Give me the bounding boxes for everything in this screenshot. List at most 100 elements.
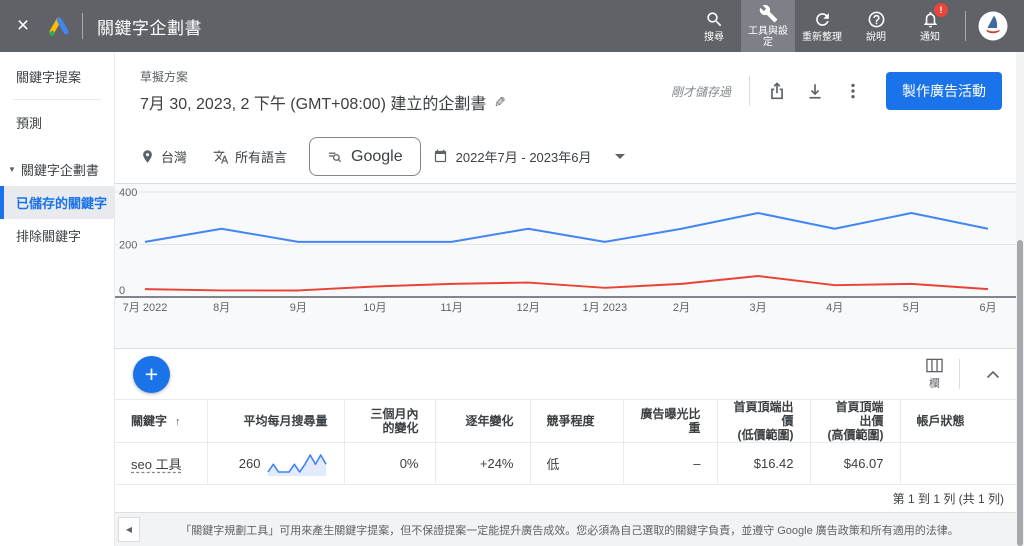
location-pin-icon [143, 150, 152, 163]
keyword-link[interactable]: seo 工具 [131, 457, 182, 472]
column-header-top-bid-low[interactable]: 首頁頂端出價 (低價範圍) [716, 399, 810, 443]
location-filter[interactable]: 台灣 [140, 147, 187, 166]
column-header-avg-monthly-searches[interactable]: 平均每月搜尋量 [206, 399, 344, 443]
refresh-icon [815, 12, 829, 26]
trend-chart-section: 0 200 400 7月 2022 8月 9月 10月 11月 12月 1月 2023 2月 3月 4月… [115, 184, 1024, 349]
column-header-account-status[interactable]: 帳戶狀態 [899, 399, 1016, 443]
tools-settings-label: 工具與設定 [748, 26, 788, 48]
header-divider [749, 76, 750, 106]
table-toolbar: + 欄 [115, 349, 1024, 399]
search-volume-sparkline [266, 453, 327, 476]
x-axis-tick-label: 12月 [517, 302, 540, 314]
keywords-table-card: + 欄 關鍵字 ↑ 平均每月搜尋量 三個月內的變化 逐年變化 競爭程度 廣告曝光… [115, 349, 1024, 512]
x-axis-tick-label: 6月 [979, 302, 996, 314]
sidebar-divider [13, 99, 101, 100]
pagination-label: 第 1 到 1 列 (共 1 列) [892, 492, 1004, 506]
column-header-yoy-change[interactable]: 逐年變化 [434, 399, 530, 443]
edit-icon[interactable]: ✎ [494, 94, 506, 111]
trend-chart: 0 200 400 7月 2022 8月 9月 10月 11月 12月 1月 2023 2月 3月 4月… [115, 186, 1016, 314]
refresh-button[interactable]: 重新整理 [795, 0, 849, 52]
y-axis-tick-label: 400 [119, 187, 137, 199]
help-icon [868, 11, 884, 27]
x-axis-tick-label: 4月 [826, 302, 843, 314]
x-axis-tick-label: 7月 2022 [123, 302, 168, 314]
sidebar-item-negative-keywords[interactable]: 排除關鍵字 [0, 219, 114, 252]
plan-type-label: 草擬方案 [140, 70, 189, 84]
create-campaign-button[interactable]: 製作廣告活動 [886, 72, 1002, 110]
translate-icon [213, 149, 229, 164]
google-ads-logo-icon [49, 17, 69, 37]
filter-bar: 台灣 所有語言 Google 2022年7月 - 2023年6月 [115, 130, 1024, 184]
download-button[interactable] [796, 72, 834, 110]
help-button[interactable]: 說明 [849, 0, 903, 52]
x-axis-tick-label: 9月 [290, 302, 307, 314]
tools-settings-button[interactable]: 工具與設定 [741, 0, 795, 52]
page-title: 關鍵字企劃書 [97, 18, 202, 38]
language-filter-label: 所有語言 [235, 150, 288, 165]
y-axis-tick-label: 0 [119, 285, 125, 297]
sidebar: 關鍵字提案 預測 ▼ 關鍵字企劃書 已儲存的關鍵字 排除關鍵字 [0, 52, 115, 546]
sidebar-item-keyword-ideas[interactable]: 關鍵字提案 [0, 60, 114, 93]
topbar-divider [965, 11, 966, 41]
scrollbar-thumb[interactable] [1017, 240, 1023, 546]
network-filter[interactable]: Google [309, 137, 421, 176]
x-axis-tick-label: 3月 [750, 302, 767, 314]
x-axis-tick-label: 10月 [363, 302, 386, 314]
series-line-趨勢 [144, 275, 989, 292]
columns-button-label: 欄 [929, 377, 940, 390]
collapse-panel-button[interactable]: ◀ [118, 517, 140, 542]
sidebar-item-saved-keywords[interactable]: 已儲存的關鍵字 [0, 186, 114, 219]
disclaimer-text: 「關鍵字規劃工具」可用來產生關鍵字提案，但不保證提案一定能提升廣告成效。您必須為… [180, 524, 959, 537]
location-filter-label: 台灣 [161, 150, 188, 165]
chevron-down-icon: ▼ [8, 165, 16, 174]
calendar-icon [434, 149, 446, 163]
chevron-up-icon [986, 370, 1000, 378]
toolbar-divider [959, 359, 960, 389]
sparkline-area [267, 454, 326, 476]
sidebar-item-forecasts[interactable]: 預測 [0, 106, 114, 139]
notifications-button[interactable]: 通知 ! [903, 0, 957, 52]
share-button[interactable] [758, 72, 796, 110]
column-header-ad-impression-share[interactable]: 廣告曝光比重 [622, 399, 717, 443]
competition-cell: 低 [529, 442, 623, 485]
sidebar-item-keyword-plan[interactable]: ▼ 關鍵字企劃書 [0, 153, 114, 186]
x-axis-tick-label: 1月 2023 [582, 302, 627, 314]
keywords-table: 關鍵字 ↑ 平均每月搜尋量 三個月內的變化 逐年變化 競爭程度 廣告曝光比重 首頁… [115, 399, 1016, 485]
collapse-table-button[interactable] [976, 357, 1010, 391]
column-header-keyword[interactable]: 關鍵字 ↑ [115, 399, 207, 443]
avatar[interactable] [978, 11, 1008, 41]
three-month-change-cell: 0% [343, 442, 435, 485]
column-header-three-month-change[interactable]: 三個月內的變化 [343, 399, 435, 443]
plan-info: 草擬方案 7月 30, 2023, 2 下午 (GMT+08:00) 建立的企劃… [140, 68, 506, 114]
column-header-top-bid-high[interactable]: 首頁頂端出價 (高價範圍) [809, 399, 900, 443]
save-status: 剛才儲存過 [670, 84, 731, 99]
yoy-change-cell: +24% [434, 442, 530, 485]
vertical-scrollbar [1016, 52, 1024, 546]
ad-impression-share-cell: – [622, 442, 717, 485]
search-button-label: 搜尋 [704, 31, 724, 43]
plan-title: 7月 30, 2023, 2 下午 (GMT+08:00) 建立的企劃書 [140, 96, 487, 113]
language-filter[interactable]: 所有語言 [213, 147, 287, 166]
x-axis-tick-label: 5月 [903, 302, 920, 314]
date-range-filter[interactable]: 2022年7月 - 2023年6月 [433, 147, 626, 166]
add-keywords-button[interactable]: + [133, 355, 170, 393]
sort-ascending-icon: ↑ [175, 415, 181, 428]
date-range-label: 2022年7月 - 2023年6月 [455, 150, 592, 165]
search-button[interactable]: 搜尋 [687, 0, 741, 52]
account-status-cell [899, 442, 1016, 485]
x-axis-tick-label: 2月 [673, 302, 690, 314]
more-options-button[interactable] [834, 72, 872, 110]
refresh-button-label: 重新整理 [802, 31, 842, 43]
top-bid-high-cell: $46.07 [809, 442, 900, 485]
plan-header: 草擬方案 7月 30, 2023, 2 下午 (GMT+08:00) 建立的企劃… [115, 52, 1024, 130]
table-row: seo 工具 260 0% +24% 低 – $16.42 $46.07 [115, 442, 1016, 485]
columns-button[interactable]: 欄 [926, 358, 943, 391]
search-network-icon [328, 152, 342, 163]
share-icon [771, 82, 783, 100]
notifications-button-label: 通知 [920, 31, 940, 43]
app-body: 關鍵字提案 預測 ▼ 關鍵字企劃書 已儲存的關鍵字 排除關鍵字 草擬方案 7月 … [0, 52, 1024, 546]
column-header-competition[interactable]: 競爭程度 [529, 399, 623, 443]
main-content: 草擬方案 7月 30, 2023, 2 下午 (GMT+08:00) 建立的企劃… [115, 52, 1024, 546]
close-icon[interactable]: × [0, 0, 46, 52]
topbar-divider [82, 13, 83, 39]
